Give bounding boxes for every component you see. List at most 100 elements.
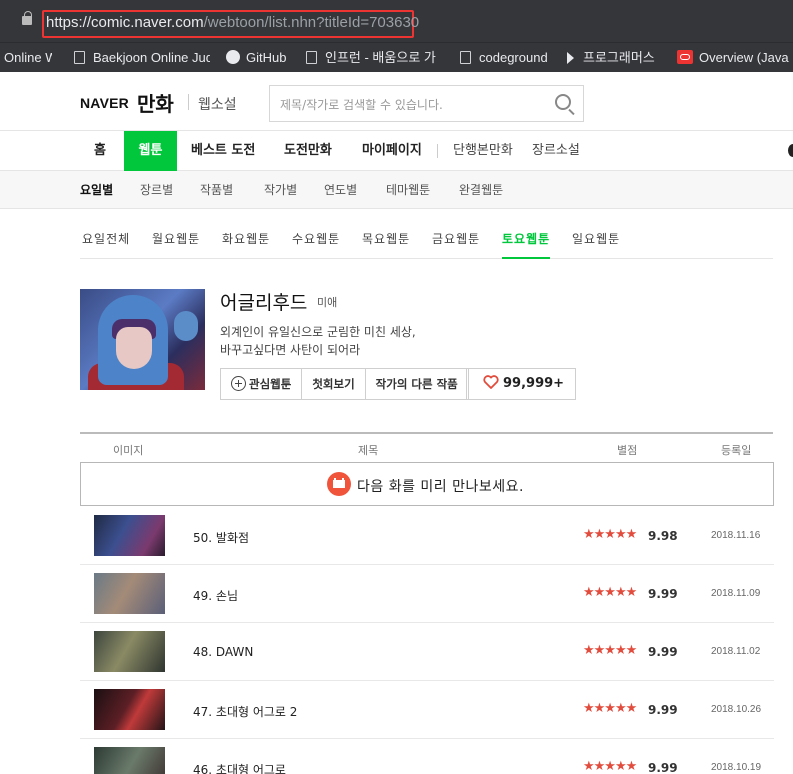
heart-icon (483, 375, 499, 389)
list-header: 이미지 제목 별점 등록일 (80, 432, 773, 462)
preview-next-episode-banner[interactable]: 다음 화를 미리 만나보세요. (80, 462, 774, 506)
episode-date: 2018.11.02 (711, 646, 761, 657)
episode-date: 2018.10.26 (711, 704, 762, 715)
snb-by-year[interactable]: 연도별 (324, 171, 357, 209)
episode-list: 50. 발화점 ★★★★★ 9.98 2018.11.16 49. 손님 ★★★… (80, 507, 774, 774)
episode-row[interactable]: 48. DAWN ★★★★★ 9.99 2018.11.02 (80, 623, 774, 681)
bookmark-inflearn[interactable]: 인프런 - 배움으로 가 (306, 43, 442, 73)
snb-by-genre[interactable]: 장르별 (140, 171, 173, 209)
page-icon (74, 51, 85, 64)
episode-row[interactable]: 49. 손님 ★★★★★ 9.99 2018.11.09 (80, 565, 774, 623)
main-nav: 홈 웹툰 베스트 도전 도전만화 마이페이지 단행본만화 장르소설 (0, 130, 793, 171)
nav-home[interactable]: 홈 (94, 131, 106, 171)
nav-challenge[interactable]: 도전만화 (284, 131, 332, 171)
episode-stars: ★★★★★ (583, 527, 637, 542)
sub-nav: 요일별 장르별 작품별 작가별 연도별 테마웹툰 완결웹툰 (0, 171, 793, 209)
page-icon (460, 51, 471, 64)
episode-thumbnail[interactable] (94, 631, 165, 672)
snb-completed[interactable]: 완결웹툰 (459, 171, 503, 209)
search-field[interactable]: 제목/작가로 검색할 수 있습니다. (269, 85, 584, 122)
nav-webtoon[interactable]: 웹툰 (124, 131, 177, 171)
bookmark-baekjoon[interactable]: Baekjoon Online Jud (74, 43, 210, 73)
episode-score: 9.98 (648, 529, 678, 543)
episode-thumbnail[interactable] (94, 515, 165, 556)
nav-divider (437, 144, 438, 158)
episode-title[interactable]: 49. 손님 (193, 587, 238, 604)
tab-monday[interactable]: 월요웹툰 (152, 230, 200, 259)
episode-title[interactable]: 50. 발화점 (193, 529, 249, 546)
episode-title[interactable]: 47. 초대형 어그로 2 (193, 703, 297, 720)
episode-date: 2018.11.09 (711, 588, 761, 599)
webtoon-title: 어글리후드 (220, 292, 308, 314)
snb-by-author[interactable]: 작가별 (264, 171, 297, 209)
nav-genre-novel[interactable]: 장르소설 (532, 131, 580, 171)
webtoon-actions: 관심웹툰 첫회보기 작가의 다른 작품 (220, 368, 469, 400)
page-icon (306, 51, 317, 64)
nav-mypage[interactable]: 마이페이지 (362, 131, 422, 171)
tab-tuesday[interactable]: 화요웹툰 (222, 230, 270, 259)
snb-by-work[interactable]: 작품별 (200, 171, 233, 209)
favorite-button[interactable]: 관심웹툰 (221, 369, 303, 399)
bookmark-programmers[interactable]: 프로그래머스 (567, 43, 671, 73)
webtoon-author[interactable]: 미애 (317, 294, 337, 310)
snb-theme[interactable]: 테마웹툰 (386, 171, 430, 209)
webtoon-description: 외계인이 유일신으로 군림한 미친 세상, 바꾸고싶다면 사탄이 되어라 (220, 325, 416, 357)
header-title: 제목 (358, 444, 379, 457)
nav-books[interactable]: 단행본만화 (453, 131, 513, 171)
webtoon-thumbnail[interactable] (80, 289, 205, 390)
other-works-button[interactable]: 작가의 다른 작품 (366, 369, 468, 399)
episode-row[interactable]: 47. 초대형 어그로 2 ★★★★★ 9.99 2018.10.26 (80, 681, 774, 739)
episode-thumbnail[interactable] (94, 689, 165, 730)
tab-saturday[interactable]: 토요웹툰 (502, 230, 551, 259)
episode-date: 2018.10.19 (711, 762, 762, 773)
episode-date: 2018.11.16 (711, 530, 761, 541)
nav-best-challenge[interactable]: 베스트 도전 (191, 131, 255, 171)
tab-all-days[interactable]: 요일전체 (82, 230, 130, 259)
tab-thursday[interactable]: 목요웹툰 (362, 230, 410, 259)
search-icon[interactable] (555, 94, 571, 110)
more-icon[interactable] (788, 144, 793, 157)
episode-row[interactable]: 46. 초대형 어그로 ★★★★★ 9.99 2018.10.19 (80, 739, 774, 774)
episode-score: 9.99 (648, 761, 678, 774)
bookmark-java-overview[interactable]: Overview (Java P (677, 43, 793, 73)
header-image: 이미지 (113, 444, 144, 457)
snb-by-day[interactable]: 요일별 (80, 171, 113, 209)
logo-divider (188, 94, 189, 110)
cookie-store-icon (327, 472, 351, 496)
bookmark-codeground[interactable]: codeground (460, 43, 556, 73)
episode-stars: ★★★★★ (583, 585, 637, 600)
episode-row[interactable]: 50. 발화점 ★★★★★ 9.98 2018.11.16 (80, 507, 774, 565)
search-placeholder: 제목/작가로 검색할 수 있습니다. (280, 98, 443, 112)
first-episode-button[interactable]: 첫회보기 (302, 369, 366, 399)
plus-circle-icon (231, 376, 246, 391)
tab-friday[interactable]: 금요웹툰 (432, 230, 480, 259)
episode-score: 9.99 (648, 703, 678, 717)
tab-sunday[interactable]: 일요웹툰 (572, 230, 620, 259)
url-text[interactable]: https://comic.naver.com/webtoon/list.nhn… (46, 14, 419, 31)
episode-stars: ★★★★★ (583, 643, 637, 658)
like-button[interactable]: 99,999+ (466, 368, 576, 400)
episode-stars: ★★★★★ (583, 759, 637, 774)
preview-text: 다음 화를 미리 만나보세요. (357, 479, 524, 495)
episode-score: 9.99 (648, 645, 678, 659)
bookmark-github[interactable]: GitHub (226, 43, 298, 73)
episode-thumbnail[interactable] (94, 573, 165, 614)
episode-score: 9.99 (648, 587, 678, 601)
webnovel-link[interactable]: 웹소설 (198, 94, 237, 114)
episode-title[interactable]: 46. 초대형 어그로 (193, 761, 286, 774)
browser-address-bar[interactable]: https://comic.naver.com/webtoon/list.nhn… (0, 0, 793, 42)
oracle-icon (677, 50, 693, 64)
naver-logo[interactable]: NAVER (80, 95, 129, 111)
day-tabs: 요일전체 월요웹툰 화요웹툰 수요웹툰 목요웹툰 금요웹툰 토요웹툰 일요웹툰 (80, 224, 773, 259)
lock-icon (22, 11, 32, 25)
tab-wednesday[interactable]: 수요웹툰 (292, 230, 340, 259)
github-icon (226, 50, 240, 64)
episode-thumbnail[interactable] (94, 747, 165, 774)
header-rating: 별점 (617, 444, 638, 457)
header-date: 등록일 (721, 444, 752, 457)
episode-stars: ★★★★★ (583, 701, 637, 716)
programmers-icon (567, 52, 574, 64)
comic-logo[interactable]: 만화 (137, 88, 174, 117)
bookmark-online-w[interactable]: Online W (4, 43, 52, 73)
episode-title[interactable]: 48. DAWN (193, 645, 253, 659)
